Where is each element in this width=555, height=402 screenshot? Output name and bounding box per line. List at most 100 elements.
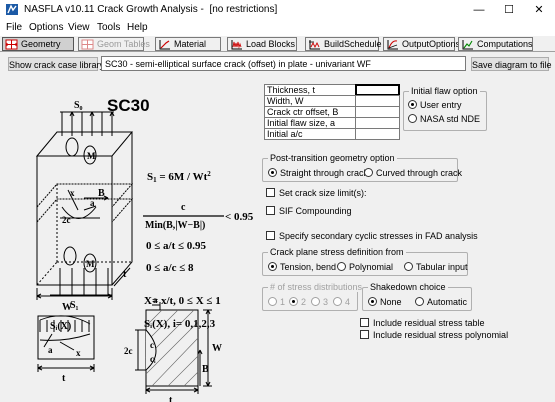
- checkbox-box: [266, 188, 275, 197]
- radio-label: User entry: [420, 100, 462, 110]
- checkbox-label: Include residual stress table: [373, 318, 485, 328]
- radio-label: Curved through crack: [376, 168, 463, 178]
- radio-label: 4: [345, 297, 351, 307]
- polynomial-radio[interactable]: Polynomial: [337, 262, 393, 273]
- si-definition: Sᵢ(X), i= 0,1,2,3: [144, 318, 216, 330]
- set-crack-size-limits-checkbox[interactable]: Set crack size limit(s):: [266, 188, 367, 199]
- stress-dist-4-radio[interactable]: 4: [333, 297, 350, 308]
- show-crack-case-library-button[interactable]: Show crack case library: [8, 57, 104, 71]
- param-row-a-over-c: Initial a/c: [264, 128, 400, 140]
- menu-help[interactable]: Help: [127, 22, 148, 33]
- group-title: Post-transition geometry option: [268, 153, 397, 163]
- crack-case-description-field[interactable]: SC30 - semi-elliptical surface crack (of…: [101, 56, 466, 71]
- tab-output-options[interactable]: OutputOptions: [383, 37, 460, 51]
- thickness-label: t: [123, 269, 127, 280]
- x-definition: X= x/t, 0 ≤ X ≤ 1: [144, 295, 221, 307]
- menu-bar: File Options View Tools Help: [0, 20, 555, 36]
- radio-indicator: [268, 262, 277, 271]
- stress-dist-3-radio[interactable]: 3: [311, 297, 328, 308]
- secondary-cyclic-stresses-checkbox[interactable]: Specify secondary cyclic stresses in FAD…: [266, 231, 478, 242]
- radio-indicator: [337, 262, 346, 271]
- menu-options[interactable]: Options: [29, 22, 63, 33]
- fraction-limit: < 0.95: [225, 211, 254, 223]
- tab-label: Geometry: [21, 39, 61, 49]
- moment-label: M: [87, 151, 96, 161]
- radio-indicator: [311, 297, 320, 306]
- radio-indicator: [368, 297, 377, 306]
- computations-icon: [462, 40, 473, 50]
- radio-indicator: [408, 114, 417, 123]
- a-over-c-condition: 0 ≤ a/c ≤ 8: [146, 262, 194, 274]
- tab-geom-tables[interactable]: Geom Tables: [78, 37, 150, 51]
- b2-label: B: [202, 364, 209, 375]
- save-diagram-button[interactable]: Save diagram to file: [471, 57, 552, 71]
- stress-dist-1-radio[interactable]: 1: [268, 297, 285, 308]
- tabular-input-radio[interactable]: Tabular input: [404, 262, 468, 273]
- minimize-button[interactable]: —: [464, 0, 494, 20]
- shakedown-choice-group: Shakedown choice None Automatic: [362, 282, 472, 311]
- checkbox-box: [360, 330, 369, 339]
- tab-label: OutputOptions: [402, 39, 461, 49]
- tab-material[interactable]: Material: [155, 37, 221, 51]
- menu-view[interactable]: View: [68, 22, 90, 33]
- radio-label: 2: [301, 297, 307, 307]
- tab-computations[interactable]: Computations: [458, 37, 533, 51]
- radio-indicator: [415, 297, 424, 306]
- checkbox-box: [360, 318, 369, 327]
- load-blocks-icon: [231, 40, 242, 50]
- title-bar: NASFLA v10.11 Crack Growth Analysis - [n…: [0, 0, 555, 20]
- radio-indicator: [364, 168, 373, 177]
- tension-bend-radio[interactable]: Tension, bend: [268, 262, 336, 273]
- shakedown-automatic-radio[interactable]: Automatic: [415, 297, 467, 308]
- user-entry-radio[interactable]: User entry: [408, 100, 462, 111]
- s1-eq-superscript: 2: [207, 170, 211, 178]
- window-title: NASFLA v10.11 Crack Growth Analysis - [n…: [24, 4, 278, 15]
- two-c2-label: 2c: [124, 346, 133, 356]
- radio-label: 1: [280, 297, 286, 307]
- shakedown-none-radio[interactable]: None: [368, 297, 402, 308]
- tab-geometry[interactable]: Geometry: [2, 37, 74, 51]
- c-label: c: [150, 340, 154, 350]
- include-residual-stress-polynomial-checkbox[interactable]: Include residual stress polynomial: [360, 330, 508, 341]
- straight-through-crack-radio[interactable]: Straight through crack: [268, 168, 368, 179]
- menu-file[interactable]: File: [6, 22, 22, 33]
- curved-through-crack-radio[interactable]: Curved through crack: [364, 168, 462, 179]
- stress-dist-2-radio[interactable]: 2: [289, 297, 306, 308]
- ci-label: cᵢ: [150, 354, 156, 364]
- crack-plane-stress-group: Crack plane stress definition from Tensi…: [262, 247, 468, 276]
- radio-label: Polynomial: [349, 262, 394, 272]
- group-title: Shakedown choice: [368, 282, 448, 292]
- sif-compounding-checkbox[interactable]: SIF Compounding: [266, 206, 352, 217]
- checkbox-box: [266, 206, 275, 215]
- checkbox-box: [266, 231, 275, 240]
- group-title: Initial flaw option: [409, 86, 480, 96]
- nasa-std-nde-radio[interactable]: NASA std NDE: [408, 114, 480, 125]
- close-button[interactable]: ✕: [524, 0, 554, 20]
- initial-flaw-option-group: Initial flaw option User entry NASA std …: [403, 86, 487, 131]
- radio-label: Automatic: [427, 297, 468, 307]
- moment-f-label: M: [86, 259, 95, 269]
- material-chart-icon: [159, 40, 170, 50]
- include-residual-stress-table-checkbox[interactable]: Include residual stress table: [360, 318, 485, 329]
- radio-indicator: [404, 262, 413, 271]
- geometry-tables-icon: [81, 39, 94, 50]
- radio-label: Tension, bend: [280, 262, 337, 272]
- checkbox-label: SIF Compounding: [279, 206, 352, 216]
- width-label: W: [62, 302, 72, 313]
- radio-label: Tabular input: [416, 262, 468, 272]
- s0-label: S₀: [74, 100, 83, 111]
- output-options-icon: [387, 40, 398, 50]
- checkbox-label: Include residual stress polynomial: [373, 330, 509, 340]
- crack-geometry-diagram: S₀ M M S₁ W t B x a 2c Sᵢ(X) x a t a W B…: [35, 100, 254, 402]
- tab-build-schedule[interactable]: BuildSchedule: [305, 37, 382, 51]
- menu-tools[interactable]: Tools: [97, 22, 120, 33]
- tab-label: BuildSchedule: [324, 39, 382, 49]
- initial-a-over-c-input[interactable]: [355, 128, 400, 140]
- fraction-numerator: c: [181, 202, 186, 213]
- two-c-label: 2c: [62, 215, 71, 225]
- geometry-icon: [5, 39, 18, 50]
- maximize-button[interactable]: ☐: [494, 0, 524, 20]
- tab-load-blocks[interactable]: Load Blocks: [227, 37, 297, 51]
- si-x-label: Sᵢ(X): [50, 321, 71, 332]
- s1-eq-rhs: = 6M / Wt: [157, 171, 208, 183]
